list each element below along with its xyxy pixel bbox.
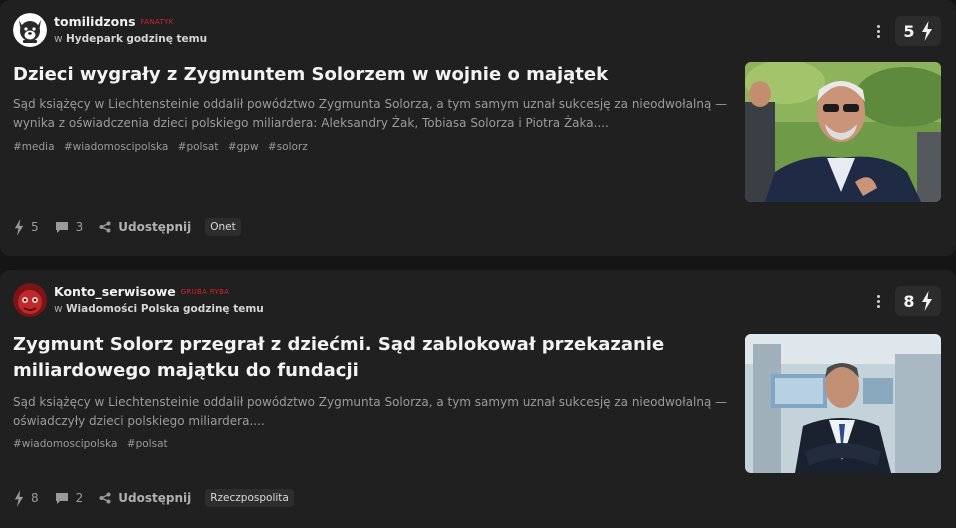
- vertical-dots-icon: [876, 34, 880, 38]
- post-excerpt: Sąd książęcy w Liechtensteinie oddalił p…: [13, 97, 728, 130]
- post-actions: 5 3 Udostępnij Onet: [14, 218, 241, 236]
- post-time: godzinę temu: [183, 303, 264, 315]
- post-card: Konto_serwisowe GRUBA RYBA w Wiadomości P…: [0, 270, 956, 528]
- post-thumbnail[interactable]: [745, 62, 941, 202]
- comment-count: 3: [75, 220, 84, 234]
- comment-bubble-icon: [55, 221, 68, 233]
- reaction-count: 5: [31, 220, 39, 234]
- tag-list: #wiadomoscipolska #polsat: [13, 438, 174, 450]
- post-actions: 8 2 Udostępnij Rzeczpospolita: [14, 489, 294, 507]
- vertical-dots-icon: [876, 294, 880, 298]
- lightning-icon: [14, 489, 24, 507]
- vertical-dots-icon: [876, 29, 880, 33]
- tag-link[interactable]: #media: [13, 141, 55, 153]
- reaction-button[interactable]: 8: [14, 489, 39, 507]
- meta-prefix: w: [54, 303, 63, 315]
- community-link[interactable]: Wiadomości Polska: [66, 303, 180, 315]
- user-rank-badge: GRUBA RYBA: [180, 288, 230, 296]
- share-icon: [99, 221, 111, 233]
- author-name-text[interactable]: Konto_serwisowe: [54, 284, 176, 299]
- more-options-button[interactable]: [872, 22, 884, 40]
- share-button[interactable]: Udostępnij: [99, 491, 191, 505]
- user-rank-badge: FANATYK: [140, 18, 174, 26]
- post-time: godzinę temu: [126, 33, 208, 45]
- author-name-text[interactable]: tomilidzons: [54, 14, 136, 29]
- author-name[interactable]: Konto_serwisowe GRUBA RYBA: [54, 284, 229, 299]
- comment-bubble-icon: [55, 492, 68, 504]
- red-character-avatar-icon: [13, 283, 47, 317]
- post-card: tomilidzons FANATYK w Hydepark godzinę te…: [0, 0, 956, 256]
- community-link[interactable]: Hydepark: [66, 33, 123, 45]
- post-excerpt: Sąd książęcy w Liechtensteinie oddalił p…: [13, 395, 728, 428]
- share-button[interactable]: Udostępnij: [99, 220, 191, 234]
- reaction-count: 8: [31, 491, 39, 505]
- source-badge[interactable]: Rzeczpospolita: [205, 489, 294, 507]
- share-label: Udostępnij: [118, 491, 192, 505]
- lightning-icon: [921, 21, 932, 41]
- tag-list: #media #wiadomoscipolska #polsat #gpw #s…: [13, 141, 314, 153]
- tag-link[interactable]: #wiadomoscipolska: [64, 141, 168, 153]
- author-avatar[interactable]: [13, 283, 47, 317]
- reaction-button[interactable]: 5: [14, 218, 39, 236]
- comments-button[interactable]: 3: [55, 220, 84, 234]
- tag-link[interactable]: #polsat: [178, 141, 219, 153]
- source-badge[interactable]: Onet: [205, 218, 241, 236]
- vertical-dots-icon: [876, 24, 880, 28]
- tag-link[interactable]: #polsat: [127, 438, 168, 450]
- author-avatar[interactable]: [13, 13, 47, 47]
- more-options-button[interactable]: [872, 292, 884, 310]
- vote-button[interactable]: 5: [895, 16, 941, 46]
- meta-prefix: w: [54, 33, 63, 45]
- share-label: Udostępnij: [118, 220, 192, 234]
- author-name[interactable]: tomilidzons FANATYK: [54, 14, 174, 29]
- news-photo-image: [745, 334, 941, 473]
- vertical-dots-icon: [876, 304, 880, 308]
- comments-button[interactable]: 2: [55, 491, 84, 505]
- vote-button[interactable]: 8: [895, 286, 941, 316]
- post-meta: w Wiadomości Polska godzinę temu: [54, 303, 264, 315]
- post-meta: w Hydepark godzinę temu: [54, 33, 207, 45]
- vertical-dots-icon: [876, 299, 880, 303]
- dog-avatar-icon: [13, 13, 47, 47]
- news-photo-image: [745, 62, 941, 202]
- post-title[interactable]: Dzieci wygrały z Zygmuntem Solorzem w wo…: [13, 62, 725, 88]
- lightning-icon: [14, 218, 24, 236]
- tag-link[interactable]: #solorz: [268, 141, 308, 153]
- post-title[interactable]: Zygmunt Solorz przegrał z dziećmi. Sąd z…: [13, 332, 725, 384]
- vote-count: 8: [903, 291, 915, 311]
- tag-link[interactable]: #wiadomoscipolska: [13, 438, 117, 450]
- comment-count: 2: [75, 491, 84, 505]
- tag-link[interactable]: #gpw: [228, 141, 259, 153]
- vote-count: 5: [903, 21, 915, 41]
- post-thumbnail[interactable]: [745, 334, 941, 473]
- lightning-icon: [921, 291, 932, 311]
- share-icon: [99, 492, 111, 504]
